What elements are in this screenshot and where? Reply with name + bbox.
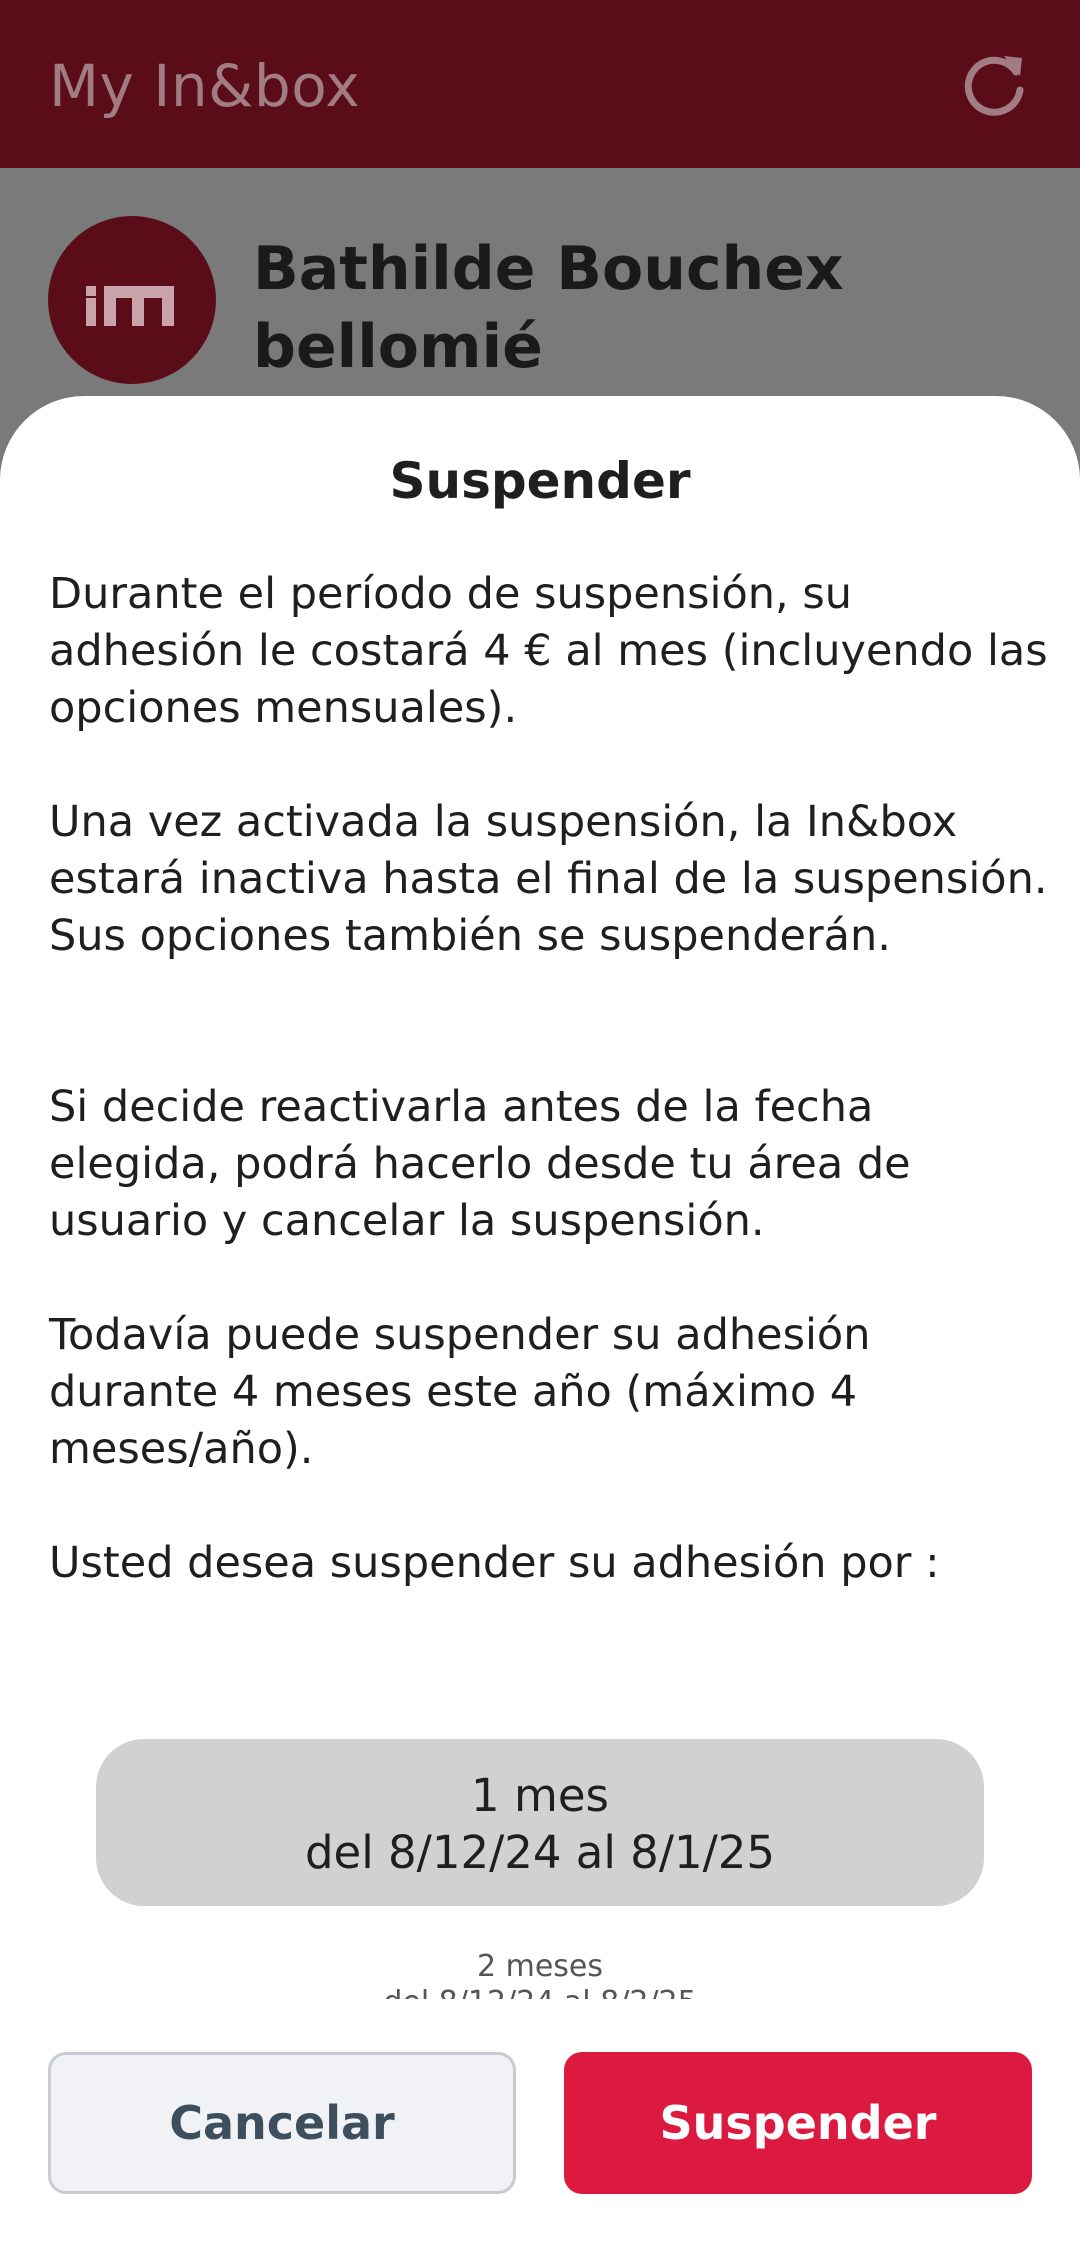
duration-option-next[interactable]: 2 meses del 8/12/24 al 8/2/25 — [0, 1949, 1080, 1999]
refresh-icon[interactable] — [962, 50, 1028, 116]
profile-name: Bathilde Bouchex bellomié — [253, 230, 1033, 386]
paragraph-inactive: Una vez activada la suspensión, la In&bo… — [49, 797, 1048, 961]
cancel-button[interactable]: Cancelar — [48, 2052, 516, 2194]
dialog-title: Suspender — [389, 452, 691, 510]
duration-option-label: 2 meses — [476, 1949, 604, 1984]
suspend-bottom-sheet: Suspender Durante el período de suspensi… — [0, 396, 1080, 2267]
app-bar: My In&box — [0, 0, 1080, 168]
duration-option-label: 1 mes — [471, 1769, 609, 1822]
paragraph-remaining: Todavía puede suspender su adhesión dura… — [49, 1310, 871, 1474]
duration-option-dates: del 8/12/24 al 8/1/25 — [304, 1826, 776, 1879]
paragraph-prompt: Usted desea suspender su adhesión por : — [49, 1538, 940, 1588]
paragraph-cost: Durante el período de suspensión, su adh… — [49, 569, 1048, 733]
inbox-logo-icon — [48, 216, 216, 384]
paragraph-reactivate: Si decide reactivarla antes de la fecha … — [49, 1082, 911, 1246]
suspend-button[interactable]: Suspender — [564, 2052, 1032, 2194]
duration-option-selected[interactable]: 1 mes del 8/12/24 al 8/1/25 — [96, 1739, 984, 1906]
profile-name-line1: Bathilde Bouchex — [253, 234, 844, 304]
duration-option-dates: del 8/12/24 al 8/2/25 — [0, 1985, 1080, 1999]
profile-name-line2: bellomié — [253, 312, 543, 382]
app-title: My In&box — [49, 52, 361, 120]
